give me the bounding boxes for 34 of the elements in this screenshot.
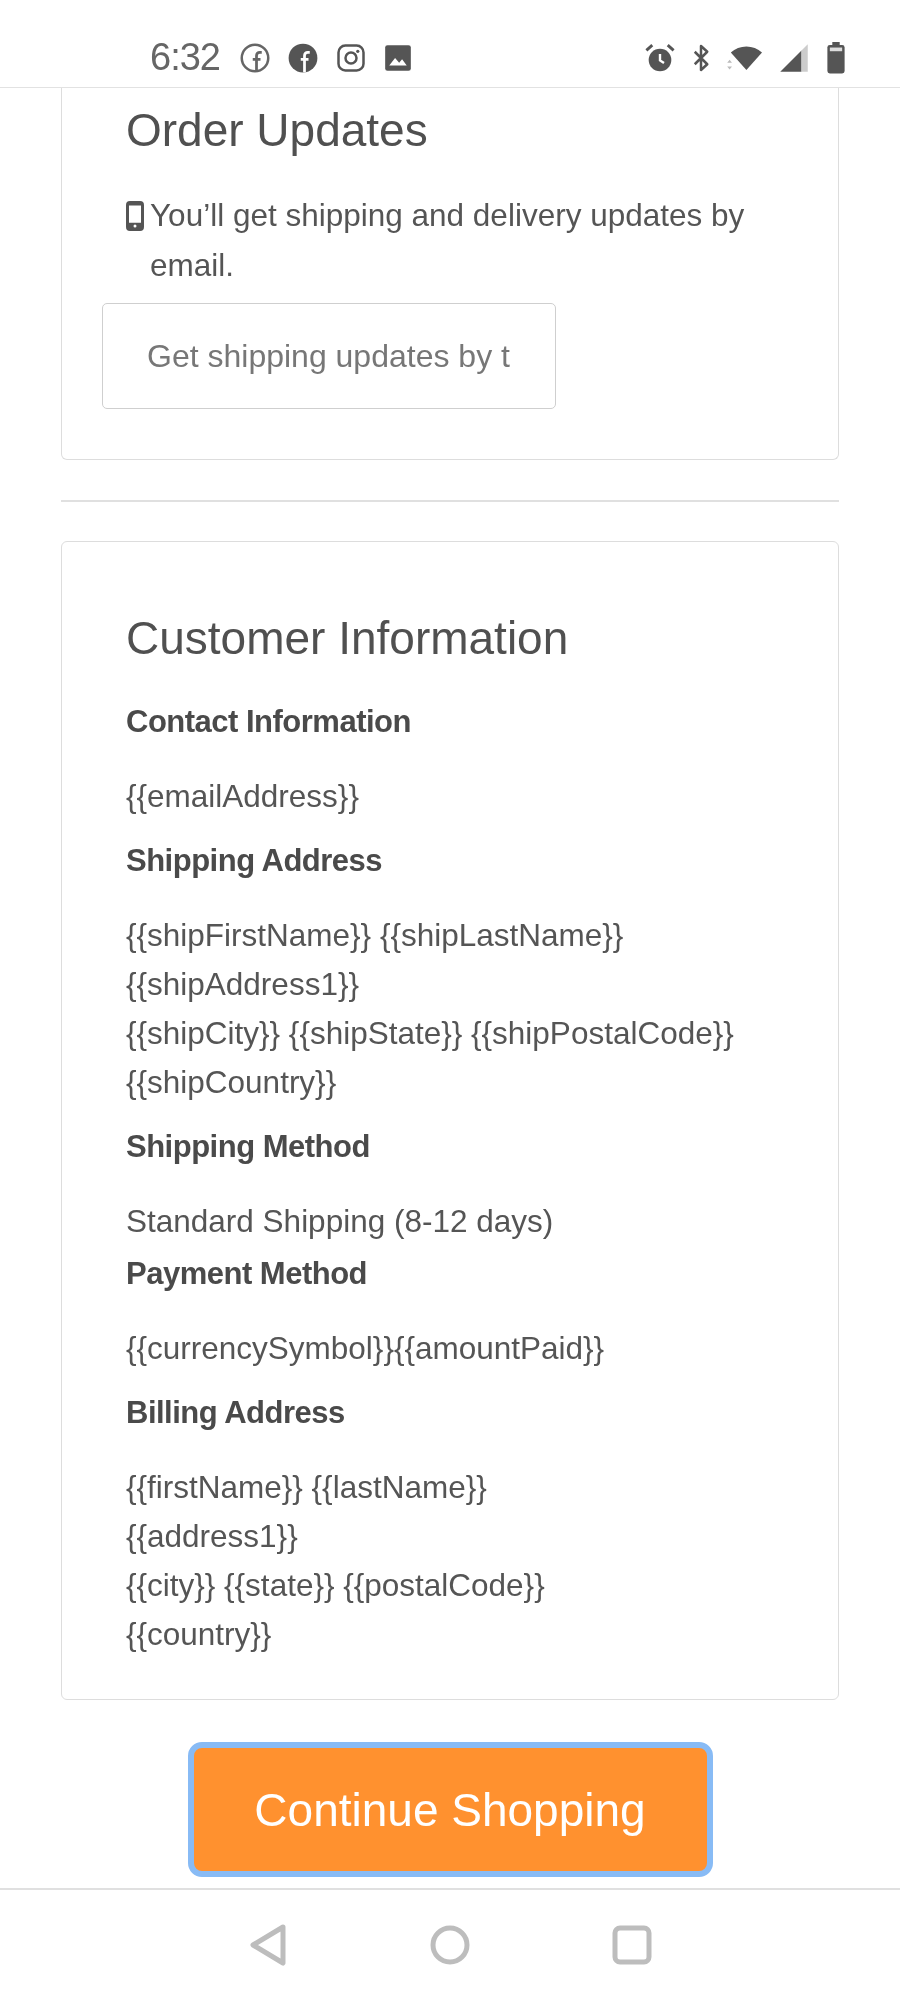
home-icon[interactable] xyxy=(430,1923,470,1967)
section-title: Order Updates xyxy=(125,104,429,156)
detail-line: {{currencySymbol}}{{amountPaid}} xyxy=(126,1329,606,1368)
back-icon[interactable] xyxy=(248,1923,288,1967)
section-heading: Shipping Method xyxy=(126,1128,371,1166)
recents-icon[interactable] xyxy=(612,1923,652,1967)
image-icon xyxy=(383,43,412,72)
section-title: Customer Information xyxy=(125,612,570,664)
detail-line: {{shipCity}} {{shipState}} {{shipPostalCode}} xyxy=(126,1014,735,1053)
section-heading: Payment Method xyxy=(126,1255,369,1293)
detail-line: {{shipCountry}} xyxy=(126,1063,338,1102)
clock-time: 6:32 xyxy=(150,36,220,79)
f-logo-filled-icon xyxy=(287,42,318,73)
detail-line: {{address1}} xyxy=(126,1517,299,1556)
camera-outline-icon xyxy=(335,42,366,73)
f-logo-outline-icon xyxy=(239,42,270,73)
battery-icon xyxy=(826,41,846,74)
detail-line: {{firstName}} {{lastName}} xyxy=(126,1468,488,1507)
updates-message: You’ll get shipping and delivery updates by email. xyxy=(150,196,746,285)
detail-line: {{city}} {{state}} {{postalCode}} xyxy=(126,1566,546,1605)
detail-line: Standard Shipping (8-12 days) xyxy=(126,1202,555,1241)
shipping-updates-field[interactable]: Get shipping updates by t xyxy=(102,303,556,409)
detail-line: {{emailAddress}} xyxy=(126,777,360,816)
detail-line: {{shipAddress1}} xyxy=(126,965,360,1004)
detail-line: {{country}} xyxy=(126,1615,273,1654)
bluetooth-icon xyxy=(692,42,710,73)
section-heading: Billing Address xyxy=(126,1394,346,1432)
signal-icon xyxy=(778,42,810,73)
detail-line: {{shipFirstName}} {{shipLastName}} xyxy=(126,916,625,955)
section-heading: Contact Information xyxy=(126,703,412,741)
alarm-clock-icon xyxy=(644,41,676,74)
section-heading: Shipping Address xyxy=(126,842,384,880)
continue-shopping-button[interactable]: Continue Shopping xyxy=(187,1742,713,1877)
phone-icon xyxy=(126,201,144,231)
